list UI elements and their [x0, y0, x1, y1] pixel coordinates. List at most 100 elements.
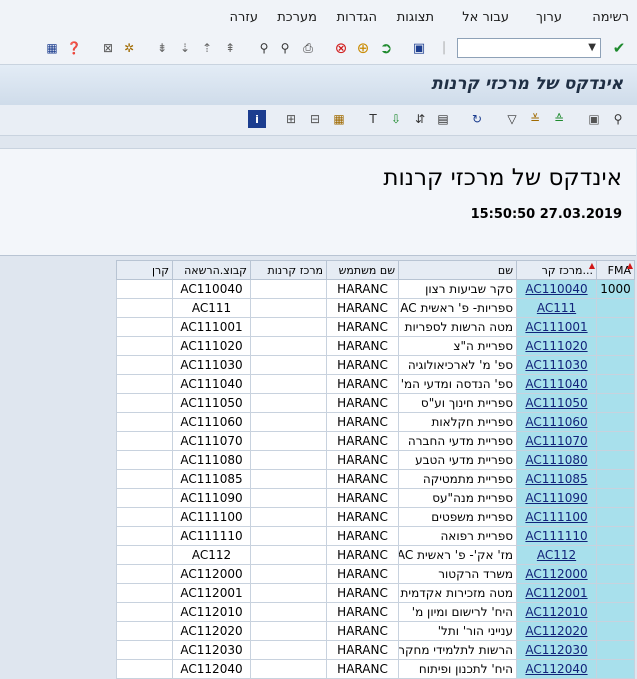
- table-row[interactable]: AC111085 HARANC ספריית מתמטיקה AC111085: [116, 469, 635, 489]
- expand-icon[interactable]: ⊞: [282, 110, 300, 128]
- table-row[interactable]: AC111100 HARANC ספריית משפטים AC111100: [116, 507, 635, 527]
- command-input[interactable]: [459, 40, 583, 58]
- help-icon[interactable]: ❓: [65, 39, 83, 57]
- report-header: אינדקס של מרכזי קרנות 15:50:50 27.03.201…: [0, 148, 636, 256]
- fund-center-link[interactable]: AC111040: [525, 377, 587, 391]
- fund-center-link[interactable]: AC111100: [525, 510, 587, 524]
- table-row[interactable]: AC111020 HARANC ספריית ה"צ AC111020: [116, 336, 635, 356]
- columns-icon[interactable]: ▦: [330, 110, 348, 128]
- table-row[interactable]: AC112030 HARANC הרשות לתלמידי מחקר AC112030: [116, 640, 635, 660]
- cancel-icon[interactable]: ⊗: [332, 39, 350, 57]
- fund-center-link[interactable]: AC112030: [525, 643, 587, 657]
- column-header-auth-group[interactable]: קבוצ.הרשאה: [172, 260, 251, 280]
- table-row[interactable]: AC112 HARANC מז' אק'- פ' ראשית AC AC112: [116, 545, 635, 565]
- menu-list[interactable]: רשימה: [592, 10, 629, 25]
- fund-center-link[interactable]: AC111050: [525, 396, 587, 410]
- table-row[interactable]: AC112010 HARANC היח' לרישום ומיון מ' AC1120…: [116, 602, 635, 622]
- last-page-icon[interactable]: ⇟: [153, 39, 171, 57]
- fund-center-link[interactable]: AC111060: [525, 415, 587, 429]
- table-row[interactable]: AC111030 HARANC ספ' מ' לארכיאולוגיה AC11103…: [116, 355, 635, 375]
- table-row[interactable]: AC111050 HARANC ספריית חינוך וע"ס AC111050: [116, 393, 635, 413]
- fund-center-link[interactable]: AC112040: [525, 662, 587, 676]
- table-row[interactable]: AC112001 HARANC מטה מזכירות אקדמית AC112001: [116, 583, 635, 603]
- customize-icon[interactable]: ⊠: [99, 39, 117, 57]
- exit-icon[interactable]: ⊕: [354, 39, 372, 57]
- fund-center-link[interactable]: AC111020: [525, 339, 587, 353]
- cell-auth-group: AC111100: [172, 507, 251, 527]
- column-header-fma[interactable]: FMA ▲: [596, 260, 635, 280]
- column-header-fund-center-id[interactable]: מרכז קר... ▲: [516, 260, 597, 280]
- chevron-down-icon[interactable]: ▼: [588, 42, 596, 53]
- column-header-fund-center[interactable]: מרכז קרנות: [250, 260, 327, 280]
- fund-center-link[interactable]: AC111085: [525, 472, 587, 486]
- previous-page-icon[interactable]: ⇡: [198, 39, 216, 57]
- menu-edit[interactable]: ערוך: [536, 10, 562, 25]
- cell-user-name: HARANC: [326, 564, 399, 584]
- next-page-icon[interactable]: ⇣: [176, 39, 194, 57]
- menu-goto[interactable]: עבור אל: [462, 10, 509, 25]
- column-header-fund[interactable]: קרן: [116, 260, 173, 280]
- print-icon[interactable]: ⎙: [299, 39, 317, 57]
- generate-icon[interactable]: ✲: [120, 39, 138, 57]
- cell-name: ספריית משפטים: [398, 507, 517, 527]
- fund-center-link[interactable]: AC112001: [525, 586, 587, 600]
- table-row[interactable]: AC111060 HARANC ספריית חקלאות AC111060: [116, 412, 635, 432]
- standard-toolbar: ▦ ❓ ⊠ ✲ ⇟ ⇣ ⇡ ⇞ ⚲ ⚲ ⎙ ⊗ ⊕ ➲ ▣ ⏐ ▼ ✔: [0, 34, 637, 65]
- cell-user-name: HARANC: [326, 659, 399, 679]
- cell-name: ספריית חקלאות: [398, 412, 517, 432]
- fund-center-link[interactable]: AC112010: [525, 605, 587, 619]
- menu-views[interactable]: תצוגות: [397, 10, 434, 25]
- find-icon[interactable]: ⚲: [276, 39, 294, 57]
- fund-center-link[interactable]: AC111080: [525, 453, 587, 467]
- enter-check-icon[interactable]: ✔: [610, 39, 628, 57]
- fund-center-link[interactable]: AC112020: [525, 624, 587, 638]
- table-row[interactable]: AC111001 HARANC מטה הרשות לספריות AC111001: [116, 317, 635, 337]
- fund-center-link[interactable]: AC111001: [525, 320, 587, 334]
- find-next-icon[interactable]: ⚲: [255, 39, 273, 57]
- column-header-name[interactable]: שם: [398, 260, 517, 280]
- fund-center-link[interactable]: AC110040: [525, 282, 587, 296]
- fund-center-link[interactable]: AC111110: [525, 529, 587, 543]
- info-icon[interactable]: i: [248, 110, 266, 128]
- refresh-icon[interactable]: ↻: [468, 110, 486, 128]
- menu-help[interactable]: עזרה: [230, 10, 258, 25]
- first-page-icon[interactable]: ⇞: [221, 39, 239, 57]
- text-icon[interactable]: T: [364, 110, 382, 128]
- cell-name: ספ' מ' לארכיאולוגיה: [398, 355, 517, 375]
- menu-system[interactable]: מערכת: [277, 10, 317, 25]
- table-row[interactable]: AC110040 HARANC סקר שביעות רצון AC110040 100…: [116, 279, 635, 299]
- filter-icon[interactable]: ▽: [503, 110, 521, 128]
- search-icon[interactable]: ⚲: [609, 110, 627, 128]
- command-field[interactable]: ▼: [457, 38, 601, 58]
- back-icon[interactable]: ➲: [377, 39, 395, 57]
- cell-user-name: HARANC: [326, 583, 399, 603]
- sort-icon[interactable]: ≚: [526, 110, 544, 128]
- save-icon[interactable]: ▣: [410, 39, 428, 57]
- detail-icon[interactable]: ▣: [585, 110, 603, 128]
- fund-center-link[interactable]: AC111030: [525, 358, 587, 372]
- collapse-icon[interactable]: ⊟: [306, 110, 324, 128]
- cell-user-name: HARANC: [326, 431, 399, 451]
- menu-settings[interactable]: הגדרות: [337, 10, 377, 25]
- export-icon[interactable]: ⇩: [387, 110, 405, 128]
- table-row[interactable]: AC111110 HARANC ספריית רפואה AC111110: [116, 526, 635, 546]
- table-row[interactable]: AC112000 HARANC משרד הרקטור AC112000: [116, 564, 635, 584]
- table-row[interactable]: AC111 HARANC ספריות- פ' ראשית AC AC111: [116, 298, 635, 318]
- table-row[interactable]: AC112020 HARANC ענייני הור' ותל' AC112020: [116, 621, 635, 641]
- transfer-icon[interactable]: ⇵: [411, 110, 429, 128]
- table-row[interactable]: AC111070 HARANC ספריית מדעי החברה AC111070: [116, 431, 635, 451]
- table-row[interactable]: AC112040 HARANC היח' לתכנון ופיתוח AC112040: [116, 659, 635, 679]
- table-row[interactable]: AC111080 HARANC ספריית מדעי הטבע AC111080: [116, 450, 635, 470]
- fund-center-link[interactable]: AC111: [537, 301, 576, 315]
- subtotal-icon[interactable]: ≙: [550, 110, 568, 128]
- fund-center-link[interactable]: AC112: [537, 548, 576, 562]
- cell-user-name: HARANC: [326, 469, 399, 489]
- layout-icon[interactable]: ▦: [43, 39, 61, 57]
- column-header-user-name[interactable]: שם משתמש: [326, 260, 399, 280]
- fund-center-link[interactable]: AC111070: [525, 434, 587, 448]
- table-row[interactable]: AC111040 HARANC ספ' הנדסה ומדעי המ' AC11104…: [116, 374, 635, 394]
- fund-center-link[interactable]: AC111090: [525, 491, 587, 505]
- document-icon[interactable]: ▤: [434, 110, 452, 128]
- fund-center-link[interactable]: AC112000: [525, 567, 587, 581]
- table-row[interactable]: AC111090 HARANC ספריית מנה"עס AC111090: [116, 488, 635, 508]
